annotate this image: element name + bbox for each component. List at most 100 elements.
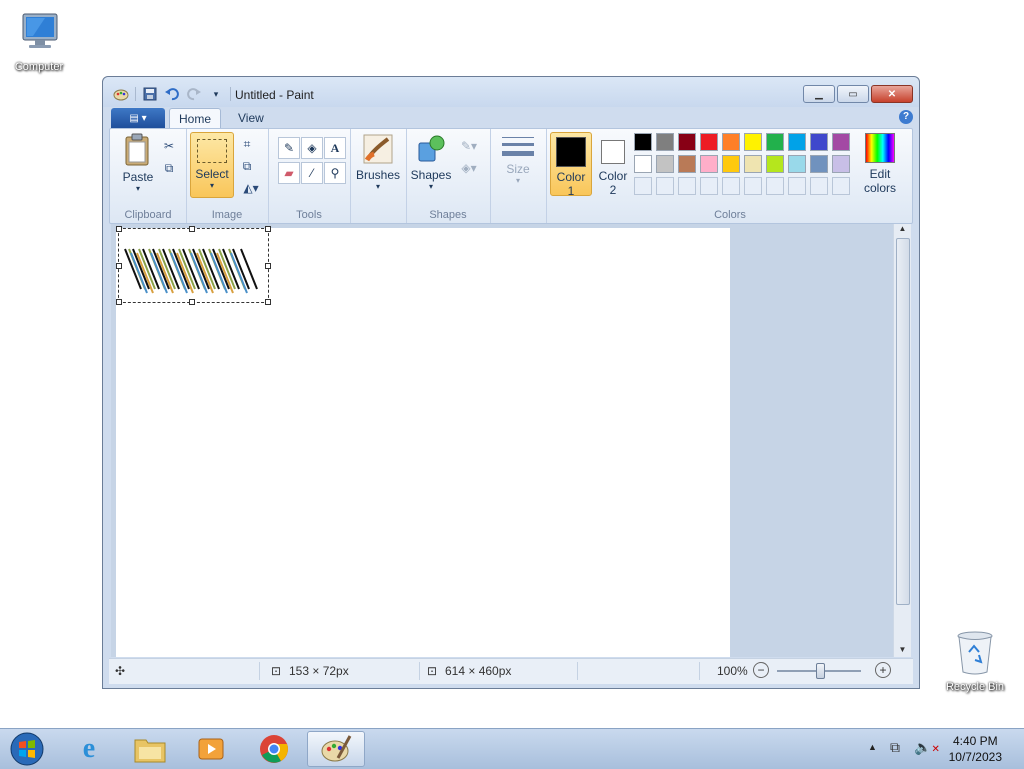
resize-handle[interactable] [116, 226, 122, 232]
text-icon[interactable]: A [324, 137, 346, 159]
resize-handle[interactable] [116, 263, 122, 269]
edit-colors-button[interactable]: Edit colors [858, 133, 902, 195]
media-player-button[interactable] [182, 731, 240, 767]
customize-qat-icon[interactable]: ▾ [208, 86, 224, 102]
paint-taskbar-button[interactable] [307, 731, 365, 767]
fill-shape-icon[interactable]: ◈▾ [456, 159, 482, 177]
image-size: 614 × 460px [445, 664, 512, 678]
redo-icon[interactable] [186, 86, 202, 102]
maximize-button[interactable]: ▭ [837, 85, 869, 103]
help-icon[interactable]: ? [899, 110, 913, 124]
desktop-icon-recycle-bin[interactable]: Recycle Bin [940, 628, 1010, 693]
network-icon[interactable]: ⧉ [890, 739, 900, 756]
desktop-icon-computer[interactable]: Computer [4, 8, 74, 73]
brushes-group: Brushes ▾ [350, 129, 407, 223]
palette-color-swatch[interactable] [634, 155, 652, 173]
magnifier-icon[interactable]: ⚲ [324, 162, 346, 184]
copy-icon[interactable]: ⧉ [160, 159, 178, 177]
resize-icon[interactable]: ⧉ [238, 157, 256, 175]
custom-color-slot[interactable] [810, 177, 828, 195]
palette-color-swatch[interactable] [810, 155, 828, 173]
save-icon[interactable] [142, 86, 158, 102]
custom-color-slot[interactable] [722, 177, 740, 195]
palette-color-swatch[interactable] [722, 133, 740, 151]
color2-button[interactable]: Color 2 [594, 132, 632, 197]
scroll-thumb[interactable] [896, 238, 910, 605]
palette-color-swatch[interactable] [766, 133, 784, 151]
zoom-out-icon[interactable]: − [753, 662, 769, 678]
palette-color-swatch[interactable] [744, 133, 762, 151]
resize-handle[interactable] [265, 263, 271, 269]
zoom-slider-thumb[interactable] [816, 663, 825, 679]
eraser-icon[interactable]: ▰ [278, 162, 300, 184]
resize-handle[interactable] [265, 299, 271, 305]
outline-icon[interactable]: ✎▾ [456, 137, 482, 155]
title-bar[interactable]: ▾ Untitled - Paint ▁ ▭ ✕ [103, 77, 919, 107]
resize-handle[interactable] [189, 226, 195, 232]
crop-icon[interactable]: ⌗ [238, 135, 256, 153]
resize-handle[interactable] [265, 226, 271, 232]
rotate-icon[interactable]: ◭▾ [238, 179, 264, 197]
custom-color-slot[interactable] [788, 177, 806, 195]
resize-handle[interactable] [116, 299, 122, 305]
scroll-up-icon[interactable]: ▲ [894, 224, 911, 236]
custom-color-slot[interactable] [656, 177, 674, 195]
undo-icon[interactable] [164, 86, 180, 102]
folder-icon [134, 739, 166, 763]
palette-color-swatch[interactable] [810, 133, 828, 151]
colors-group-label: Colors [714, 209, 746, 221]
file-explorer-button[interactable] [121, 731, 179, 767]
palette-color-swatch[interactable] [700, 133, 718, 151]
vertical-scrollbar[interactable]: ▲ ▼ [893, 224, 911, 657]
palette-color-swatch[interactable] [788, 155, 806, 173]
select-button[interactable]: Select ▾ [190, 132, 234, 198]
resize-handle[interactable] [189, 299, 195, 305]
color1-button[interactable]: Color 1 [550, 132, 592, 198]
color2-swatch [601, 140, 625, 164]
selection-rectangle[interactable] [116, 226, 271, 305]
color-picker-icon[interactable]: ⁄ [301, 162, 323, 184]
fill-icon[interactable]: ◈ [301, 137, 323, 159]
custom-color-slot[interactable] [678, 177, 696, 195]
palette-color-swatch[interactable] [766, 155, 784, 173]
custom-color-slot[interactable] [634, 177, 652, 195]
paint-menu-button[interactable]: ▤ ▾ [111, 108, 165, 128]
palette-color-swatch[interactable] [700, 155, 718, 173]
scroll-down-icon[interactable]: ▼ [894, 645, 911, 657]
zoom-in-icon[interactable]: + [875, 662, 891, 678]
palette-color-swatch[interactable] [678, 155, 696, 173]
custom-color-slot[interactable] [832, 177, 850, 195]
close-button[interactable]: ✕ [871, 85, 913, 103]
custom-color-slot[interactable] [700, 177, 718, 195]
custom-color-slot[interactable] [766, 177, 784, 195]
palette-color-swatch[interactable] [656, 155, 674, 173]
tab-view[interactable]: View [229, 108, 273, 129]
palette-color-swatch[interactable] [744, 155, 762, 173]
show-hidden-icons[interactable]: ▲ [868, 742, 877, 752]
custom-color-slot[interactable] [744, 177, 762, 195]
system-clock[interactable]: 4:40 PM 10/7/2023 [949, 733, 1002, 765]
palette-color-swatch[interactable] [656, 133, 674, 151]
shapes-button[interactable]: Shapes ▾ [410, 133, 452, 191]
size-button[interactable]: Size ▾ [496, 133, 540, 185]
internet-explorer-button[interactable]: e [60, 731, 118, 767]
desktop-icon-label: Computer [14, 61, 64, 73]
palette-color-swatch[interactable] [788, 133, 806, 151]
minimize-button[interactable]: ▁ [803, 85, 835, 103]
chrome-button[interactable] [245, 731, 303, 767]
pencil-icon[interactable]: ✎ [278, 137, 300, 159]
palette-color-swatch[interactable] [678, 133, 696, 151]
cut-icon[interactable]: ✂ [160, 137, 178, 155]
start-button[interactable] [2, 731, 52, 767]
palette-color-swatch[interactable] [722, 155, 740, 173]
palette-color-swatch[interactable] [832, 155, 850, 173]
palette-color-swatch[interactable] [634, 133, 652, 151]
brushes-button[interactable]: Brushes ▾ [354, 133, 402, 191]
tab-home[interactable]: Home [169, 108, 222, 130]
drawing-canvas[interactable] [116, 226, 730, 657]
paint-app-icon[interactable] [113, 86, 129, 102]
palette-color-swatch[interactable] [832, 133, 850, 151]
size-dropdown-icon: ▾ [515, 176, 520, 185]
volume-muted-icon[interactable]: 🔈✕ [914, 739, 940, 756]
paste-button[interactable]: Paste ▾ [116, 133, 160, 193]
